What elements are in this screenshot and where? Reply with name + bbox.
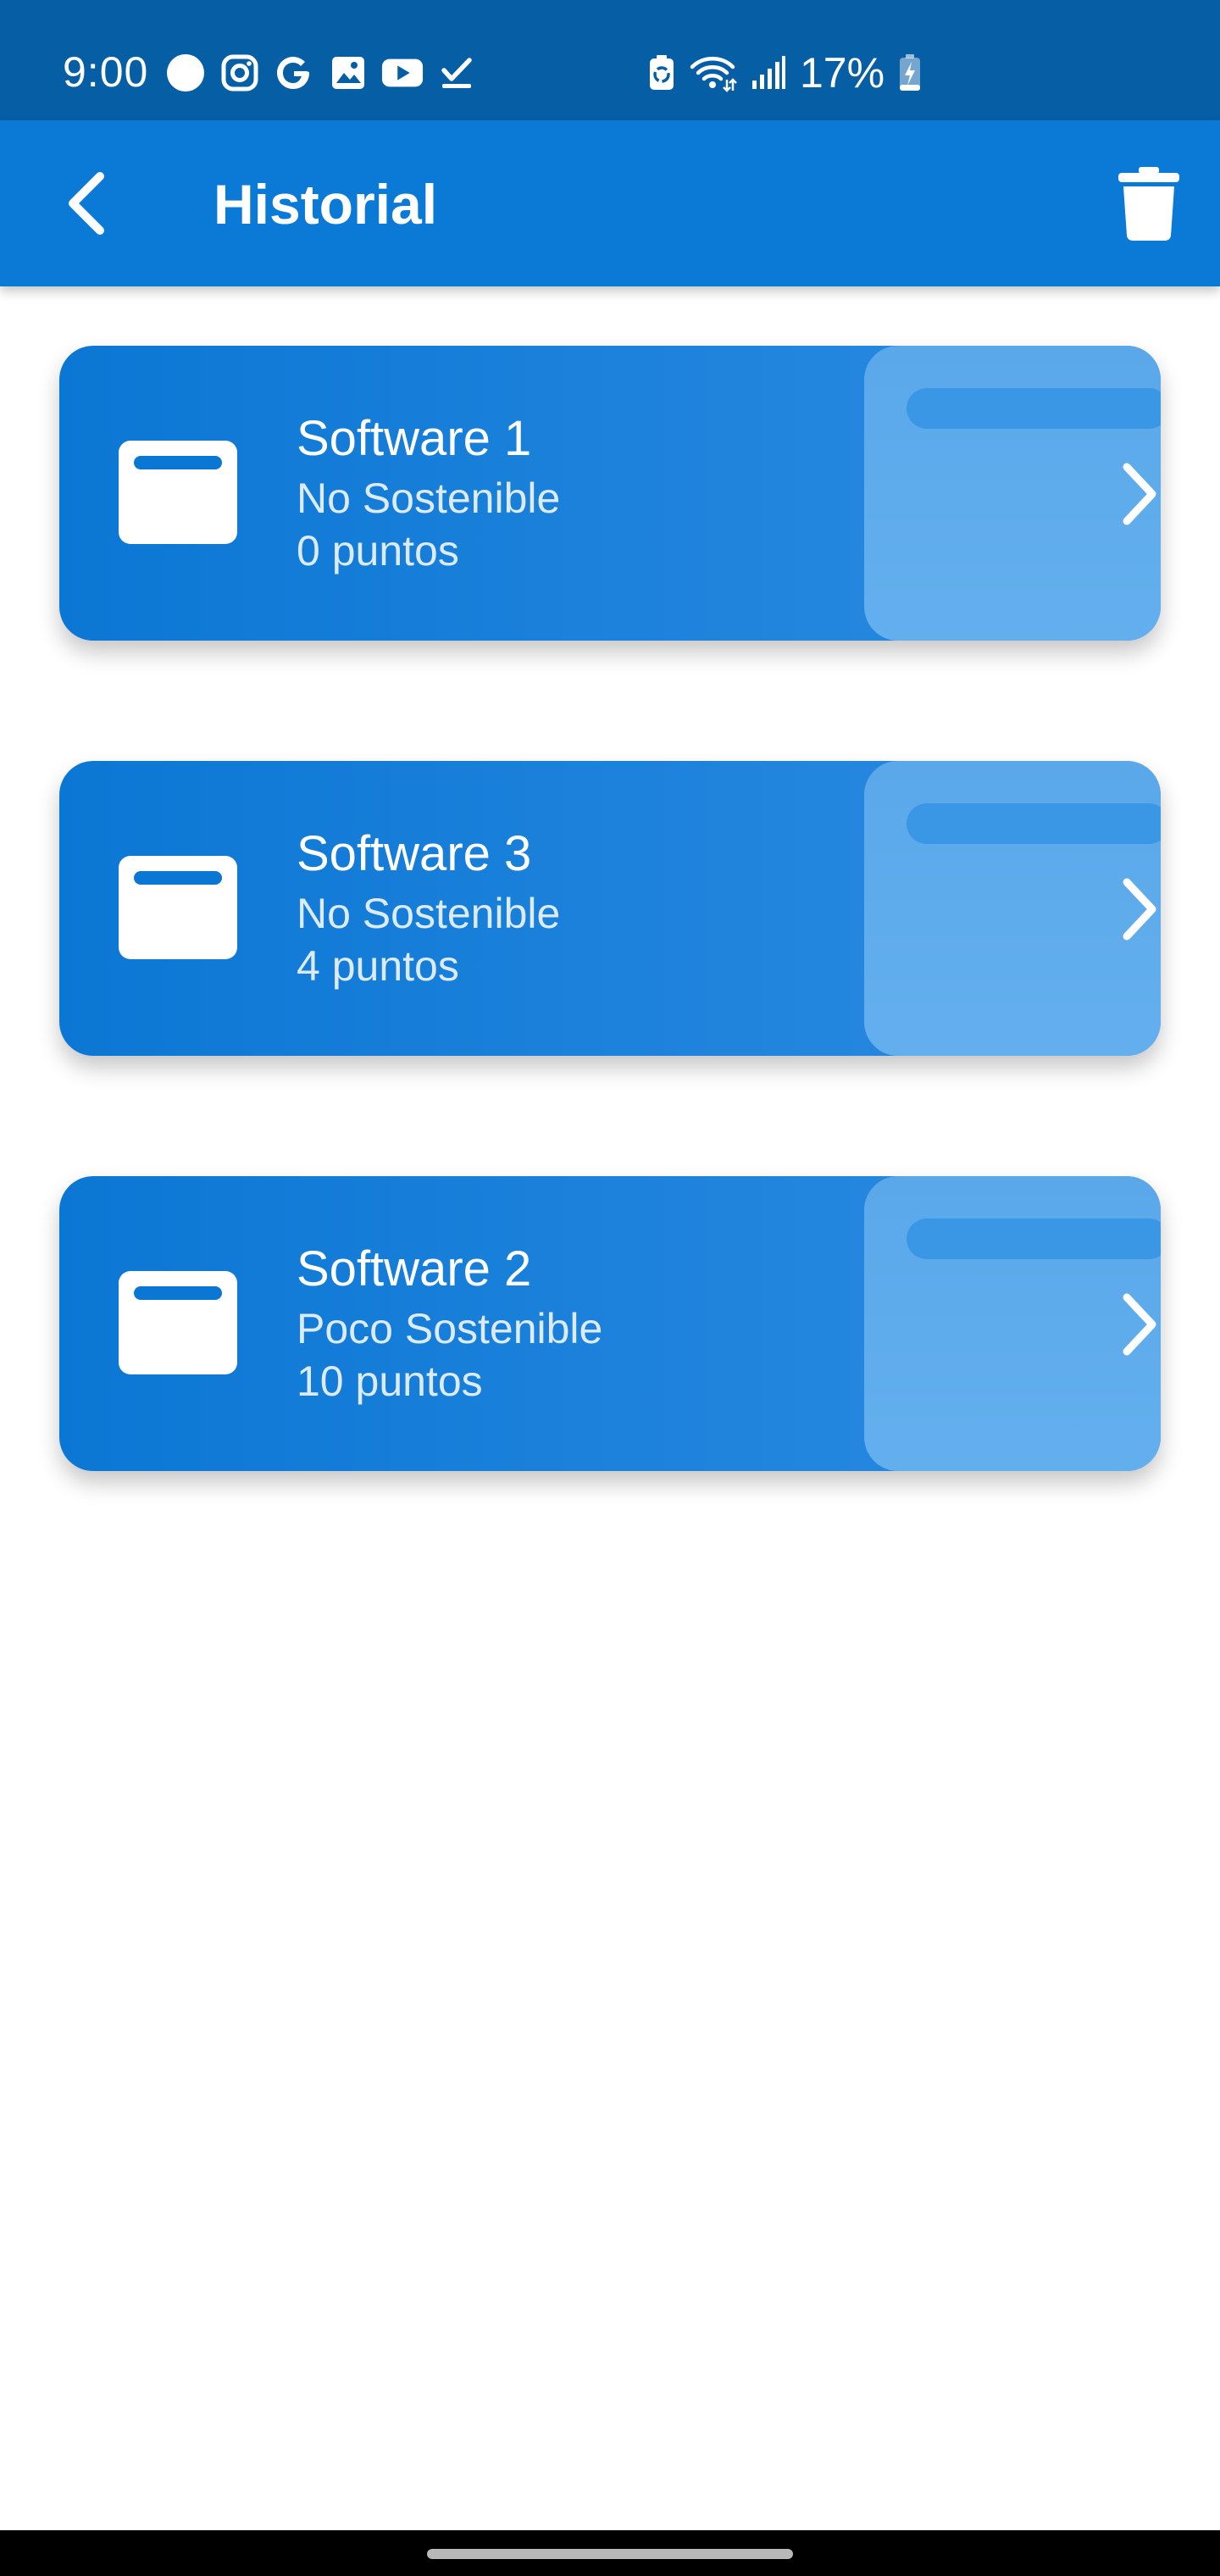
back-button[interactable] [42, 159, 130, 247]
chevron-right-icon [1105, 456, 1161, 532]
task-check-icon [435, 52, 478, 94]
chevron-right-icon [1105, 1286, 1161, 1363]
page-title: Historial [214, 173, 438, 236]
system-icons: 17% [647, 49, 922, 97]
wifi-icon [690, 52, 737, 94]
card-title: Software 3 [297, 826, 532, 881]
card-status: No Sostenible [297, 890, 561, 937]
battery-charging-icon [898, 52, 922, 94]
card-status: Poco Sostenible [297, 1305, 603, 1352]
battery-percentage: 17% [800, 49, 885, 97]
chevron-left-icon [69, 172, 104, 235]
notification-dot-icon [164, 52, 207, 94]
history-list: Software 1 No Sostenible 0 puntos Softwa… [59, 346, 1161, 1591]
history-card[interactable]: Software 2 Poco Sostenible 10 puntos [59, 1176, 1161, 1471]
history-card[interactable]: Software 1 No Sostenible 0 puntos [59, 346, 1161, 641]
notification-icons [164, 49, 478, 97]
system-navigation-bar [0, 2530, 1220, 2576]
youtube-icon [381, 52, 424, 94]
signal-icon [751, 52, 786, 94]
home-indicator[interactable] [427, 2549, 793, 2559]
gallery-icon [327, 52, 369, 94]
card-accent-bar [907, 1219, 1161, 1259]
window-icon [119, 441, 237, 544]
card-points: 0 puntos [297, 527, 459, 575]
google-icon [273, 52, 315, 94]
chevron-right-icon [1105, 871, 1161, 947]
card-points: 10 puntos [297, 1357, 483, 1405]
history-card[interactable]: Software 3 No Sostenible 4 puntos [59, 761, 1161, 1056]
trash-icon [1118, 167, 1179, 241]
card-accent-bar [907, 388, 1161, 429]
battery-saver-icon [647, 52, 676, 94]
card-title: Software 1 [297, 411, 532, 466]
card-status: No Sostenible [297, 475, 561, 522]
instagram-icon [219, 52, 261, 94]
status-time: 9:00 [63, 48, 149, 96]
window-icon [119, 1271, 237, 1374]
window-icon [119, 856, 237, 959]
delete-history-button[interactable] [1103, 158, 1195, 249]
card-points: 4 puntos [297, 942, 459, 990]
app-bar: Historial [0, 120, 1220, 286]
card-title: Software 2 [297, 1241, 532, 1296]
status-bar: 9:00 17% [0, 0, 1220, 120]
card-accent-bar [907, 803, 1161, 844]
